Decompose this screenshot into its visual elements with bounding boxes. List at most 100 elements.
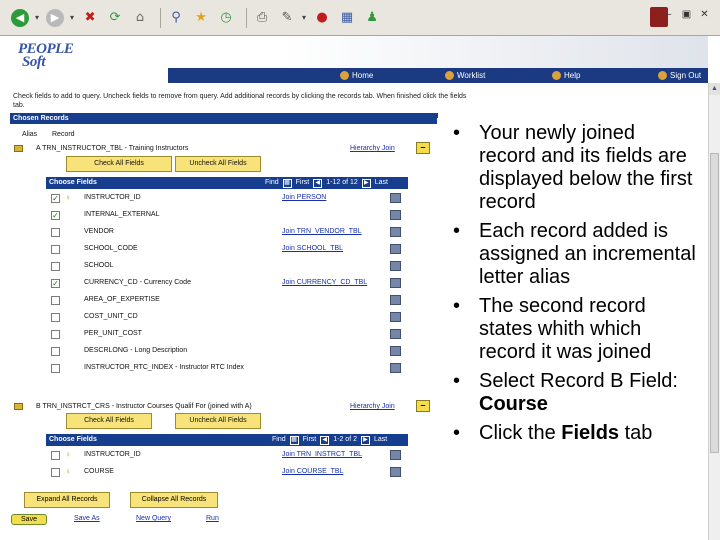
field-checkbox[interactable]: ✓ [51,194,60,203]
field-properties-icon[interactable] [390,363,401,373]
field-properties-icon[interactable] [390,193,401,203]
forward-icon[interactable]: ▶ [45,8,65,28]
minimize-icon[interactable]: – [661,9,676,22]
field-checkbox[interactable] [51,330,60,339]
field-properties-icon[interactable] [390,261,401,271]
home-icon[interactable]: ⌂ [130,8,150,28]
forward-dropdown-icon[interactable]: ▾ [70,13,74,22]
previous-icon[interactable]: ◀ [320,435,330,445]
record-b-hierarchy-join-link[interactable]: Hierarchy Join [350,403,395,410]
help-icon [552,71,561,80]
field-properties-icon[interactable] [390,295,401,305]
edit-dropdown-icon[interactable]: ▾ [302,13,306,22]
favorites-icon[interactable]: ★ [191,8,211,28]
save-as-link[interactable]: Save As [74,515,100,522]
expand-all-records-button[interactable]: Expand All Records [24,492,110,508]
refresh-icon[interactable]: ⟳ [105,8,125,28]
nav-signout[interactable]: Sign Out [658,68,701,83]
field-row: ♀ INSTRUCTOR_ID Join TRN_INSTRCT_TBL [46,447,408,464]
join-link[interactable]: Join COURSE_TBL [282,468,343,475]
edit-icon[interactable]: ✎ [277,8,297,28]
field-properties-icon[interactable] [390,312,401,322]
folder-open-icon[interactable] [14,403,23,410]
record-a-hierarchy-join-link[interactable]: Hierarchy Join [350,145,395,152]
join-link[interactable]: Join TRN_VENDOR_TBL [282,228,362,235]
grid-first-link[interactable]: First [296,177,310,189]
record-a-uncheck-all-button[interactable]: Uncheck All Fields [175,156,261,172]
field-checkbox[interactable] [51,228,60,237]
record-a-collapse-icon[interactable]: – [416,142,430,154]
field-checkbox[interactable] [51,451,60,460]
nav-worklist[interactable]: Worklist [445,68,485,83]
record-b-collapse-icon[interactable]: – [416,400,430,412]
next-icon[interactable]: ▶ [361,178,371,188]
previous-icon[interactable]: ◀ [313,178,323,188]
back-icon[interactable]: ◀ [10,8,30,28]
scroll-thumb[interactable] [710,153,719,453]
join-link[interactable]: Join SCHOOL_TBL [282,245,343,252]
record-b-uncheck-all-button[interactable]: Uncheck All Fields [175,413,261,429]
join-link[interactable]: Join CURRENCY_CD_TBL [282,279,367,286]
run-link[interactable]: Run [206,515,219,522]
scroll-up-icon[interactable]: ▲ [709,83,720,95]
print-icon[interactable]: ⎙ [252,8,272,28]
discuss-icon[interactable]: ● [312,8,332,28]
field-properties-icon[interactable] [390,346,401,356]
collapse-all-records-button[interactable]: Collapse All Records [130,492,218,508]
messenger-icon[interactable]: ♟ [362,8,382,28]
peoplesoft-logo: PEOPLE Soft [18,42,74,70]
search-icon[interactable]: ⚲ [166,8,186,28]
back-dropdown-icon[interactable]: ▾ [35,13,39,22]
toolbar-separator [246,7,248,28]
grid-last-link[interactable]: Last [375,177,388,189]
grid-first-link[interactable]: First [303,434,317,446]
view-all-icon[interactable]: ▦ [282,178,292,188]
save-button[interactable]: Save [11,514,47,525]
window-controls: – ▣ ✕ [661,9,712,22]
grid-last-link[interactable]: Last [374,434,387,446]
field-checkbox[interactable] [51,313,60,322]
field-properties-icon[interactable] [390,227,401,237]
field-row: SCHOOL [46,258,408,275]
field-checkbox[interactable]: ✓ [51,279,60,288]
record-a-check-all-button[interactable]: Check All Fields [66,156,172,172]
field-checkbox[interactable] [51,245,60,254]
new-query-link[interactable]: New Query [136,515,171,522]
grid-find-link[interactable]: Find [265,177,279,189]
field-row: ✓ INTERNAL_EXTERNAL [46,207,408,224]
nav-home[interactable]: Home [340,68,373,83]
field-properties-icon[interactable] [390,244,401,254]
nav-help[interactable]: Help [552,68,580,83]
next-icon[interactable]: ▶ [360,435,370,445]
close-icon[interactable]: ✕ [697,9,712,22]
record-a-grid-title: Choose Fields [49,179,97,186]
research-icon[interactable]: ▦ [337,8,357,28]
restore-icon[interactable]: ▣ [679,9,694,22]
field-checkbox[interactable] [51,296,60,305]
field-name: VENDOR [84,228,114,235]
join-link[interactable]: Join PERSON [282,194,326,201]
stop-icon[interactable]: ✖ [80,8,100,28]
grid-find-link[interactable]: Find [272,434,286,446]
field-checkbox[interactable] [51,347,60,356]
field-properties-icon[interactable] [390,450,401,460]
alias-column-header: Alias [22,131,38,138]
view-all-icon[interactable]: ▦ [289,435,299,445]
field-properties-icon[interactable] [390,278,401,288]
field-row: INSTRUCTOR_RTC_INDEX - Instructor RTC In… [46,360,408,377]
field-checkbox[interactable] [51,364,60,373]
record-b-check-all-button[interactable]: Check All Fields [66,413,152,429]
field-checkbox[interactable]: ✓ [51,211,60,220]
vertical-scrollbar[interactable]: ▲ [708,83,720,540]
field-properties-icon[interactable] [390,329,401,339]
bullet-item: • Each record added is assigned an increm… [447,220,697,289]
join-link[interactable]: Join TRN_INSTRCT_TBL [282,451,362,458]
folder-open-icon[interactable] [14,145,23,152]
field-checkbox[interactable] [51,262,60,271]
toolbar-separator [160,7,162,28]
field-properties-icon[interactable] [390,467,401,477]
field-checkbox[interactable] [51,468,60,477]
history-icon[interactable]: ◷ [216,8,236,28]
field-properties-icon[interactable] [390,210,401,220]
bullet-dot: • [453,370,461,392]
